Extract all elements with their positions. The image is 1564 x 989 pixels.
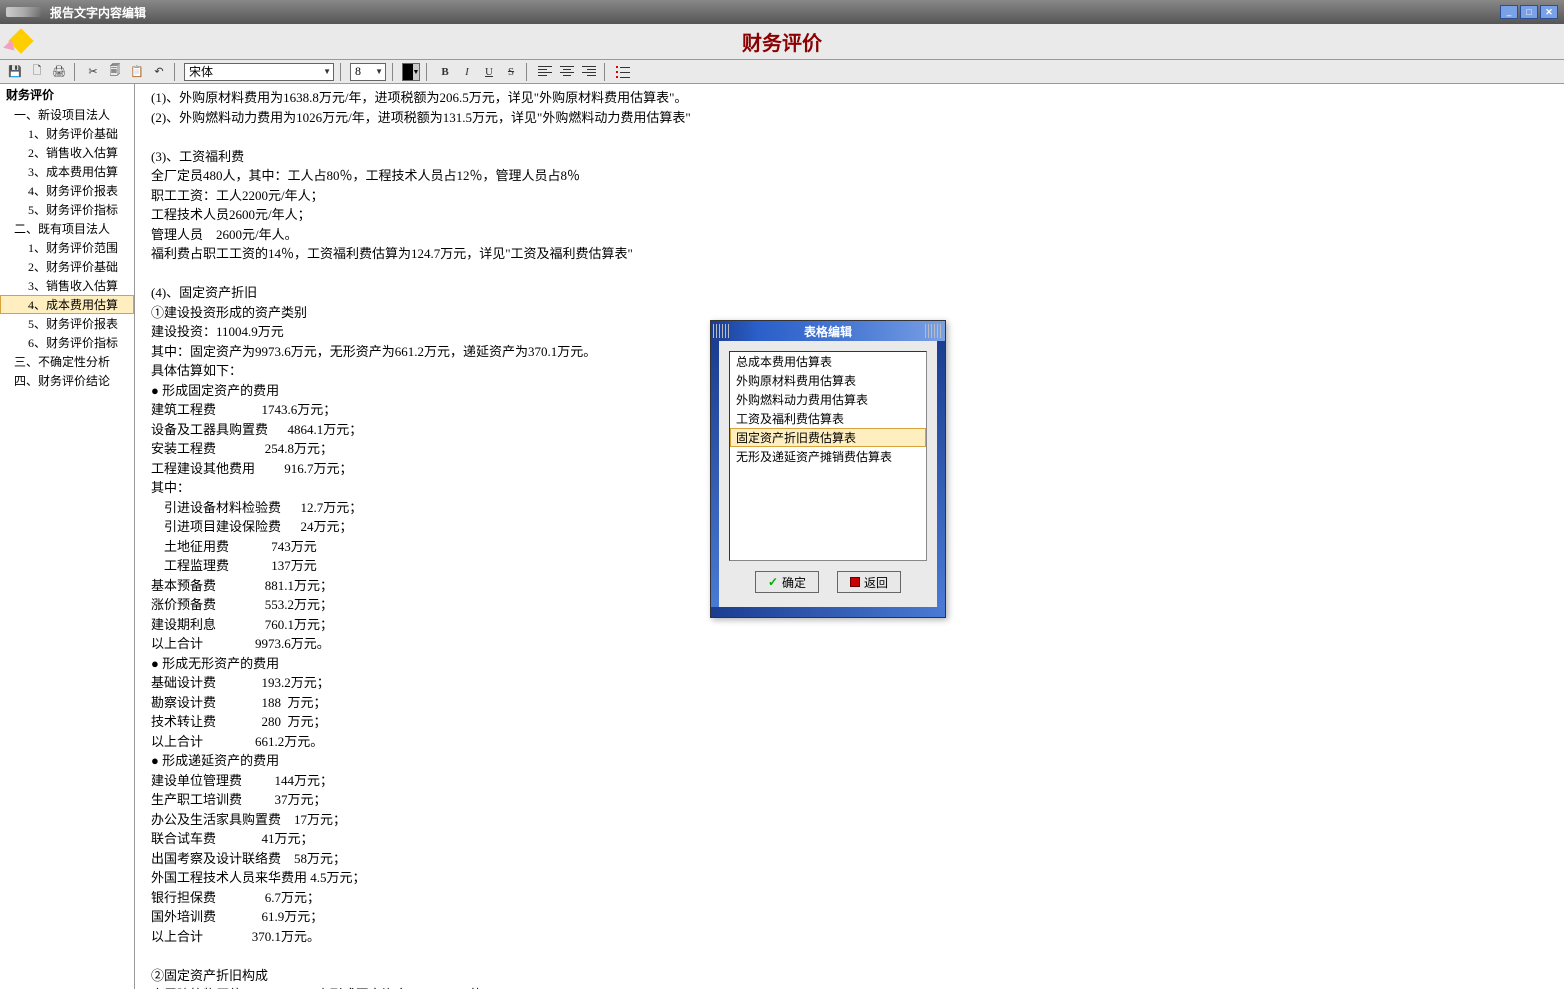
dialog-titlebar[interactable]: 表格编辑 [711, 321, 945, 341]
dialog-ok-button[interactable]: ✓确定 [755, 571, 819, 593]
tree-item[interactable]: 3、销售收入估算 [0, 276, 134, 295]
copy-button[interactable]: 🗐 [106, 63, 124, 81]
tree-item[interactable]: 2、销售收入估算 [0, 143, 134, 162]
tree-section[interactable]: 二、既有项目法人 [0, 219, 134, 238]
tree-item[interactable]: 3、成本费用估算 [0, 162, 134, 181]
underline-button[interactable]: U [480, 63, 498, 81]
page-title: 财务评价 [742, 27, 822, 56]
tree-section[interactable]: 四、财务评价结论 [0, 371, 134, 390]
editor-toolbar: 💾 🗋 🖨 ✂ 🗐 📋 ↶ 宋体 8 ▼ B I U S [0, 60, 1564, 84]
dialog-back-button[interactable]: 返回 [837, 571, 901, 593]
dialog-title: 表格编辑 [804, 323, 852, 340]
save-button[interactable]: 💾 [6, 63, 24, 81]
nav-sidebar: 财务评价 一、新设项目法人1、财务评价基础2、销售收入估算3、成本费用估算4、财… [0, 84, 135, 989]
table-edit-dialog: 表格编辑 总成本费用估算表外购原材料费用估算表外购燃料动力费用估算表工资及福利费… [710, 320, 946, 618]
window-buttons: _ □ ✕ [1500, 5, 1558, 19]
bullets-button[interactable] [614, 63, 632, 81]
dialog-list-item[interactable]: 固定资产折旧费估算表 [730, 428, 926, 447]
tree-item[interactable]: 4、成本费用估算 [0, 295, 134, 314]
window-titlebar: 报告文字内容编辑 _ □ ✕ [0, 0, 1564, 24]
cut-button[interactable]: ✂ [84, 63, 102, 81]
tree-item[interactable]: 6、财务评价指标 [0, 333, 134, 352]
paste-button[interactable]: 📋 [128, 63, 146, 81]
tree-item[interactable]: 4、财务评价报表 [0, 181, 134, 200]
tree-root[interactable]: 财务评价 [0, 84, 134, 105]
bold-button[interactable]: B [436, 63, 454, 81]
tree-item[interactable]: 5、财务评价指标 [0, 200, 134, 219]
dialog-list-item[interactable]: 无形及递延资产摊销费估算表 [730, 447, 926, 466]
dialog-list-item[interactable]: 总成本费用估算表 [730, 352, 926, 371]
tree-item[interactable]: 1、财务评价范围 [0, 238, 134, 257]
italic-button[interactable]: I [458, 63, 476, 81]
font-size-select[interactable]: 8 [350, 63, 386, 81]
font-select[interactable]: 宋体 [184, 63, 334, 81]
tree-item[interactable]: 5、财务评价报表 [0, 314, 134, 333]
close-button[interactable]: ✕ [1540, 5, 1558, 19]
print-button[interactable]: 🖨 [50, 63, 68, 81]
dialog-list[interactable]: 总成本费用估算表外购原材料费用估算表外购燃料动力费用估算表工资及福利费估算表固定… [729, 351, 927, 561]
undo-button[interactable]: ↶ [150, 63, 168, 81]
dialog-list-item[interactable]: 外购原材料费用估算表 [730, 371, 926, 390]
dialog-list-item[interactable]: 工资及福利费估算表 [730, 409, 926, 428]
new-button[interactable]: 🗋 [28, 63, 46, 81]
header-row: 财务评价 [0, 24, 1564, 60]
minimize-button[interactable]: _ [1500, 5, 1518, 19]
align-center-button[interactable] [558, 63, 576, 81]
font-color-button[interactable]: ▼ [402, 63, 420, 81]
strike-button[interactable]: S [502, 63, 520, 81]
window-title: 报告文字内容编辑 [50, 4, 146, 21]
tree-section[interactable]: 三、不确定性分析 [0, 352, 134, 371]
pencil-icon [6, 28, 34, 56]
tree-item[interactable]: 1、财务评价基础 [0, 124, 134, 143]
maximize-button[interactable]: □ [1520, 5, 1538, 19]
tree-item[interactable]: 2、财务评价基础 [0, 257, 134, 276]
align-left-button[interactable] [536, 63, 554, 81]
tree-section[interactable]: 一、新设项目法人 [0, 105, 134, 124]
dialog-list-item[interactable]: 外购燃料动力费用估算表 [730, 390, 926, 409]
align-right-button[interactable] [580, 63, 598, 81]
